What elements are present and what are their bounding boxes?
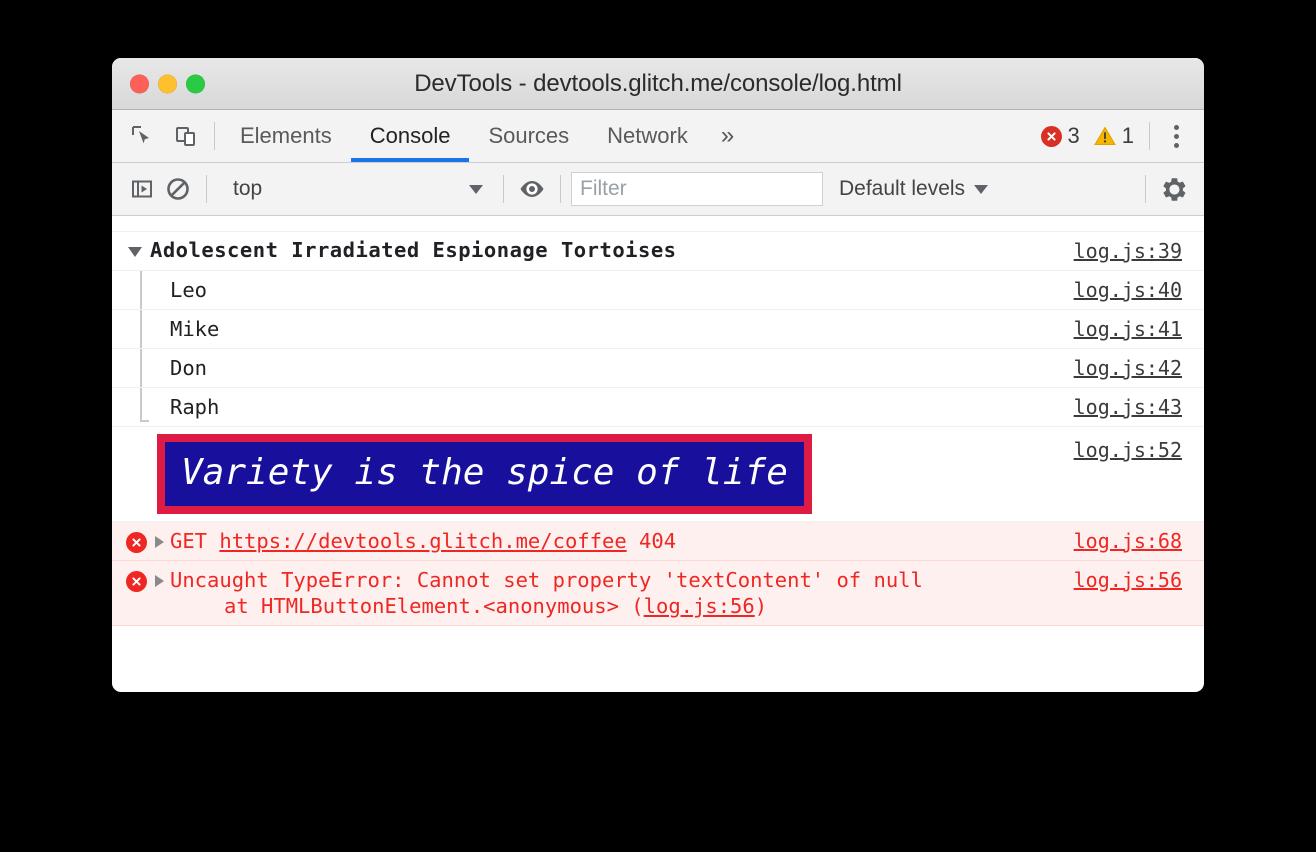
inspect-element-icon[interactable]: [124, 118, 160, 154]
chevron-down-icon[interactable]: [128, 247, 142, 257]
chevron-down-icon: [469, 185, 483, 194]
warning-icon: [1094, 126, 1116, 146]
console-message-row[interactable]: Mike log.js:41: [112, 310, 1204, 349]
error-count-badge[interactable]: 3: [1034, 123, 1087, 149]
tabbar-status: 3 1: [1034, 110, 1205, 162]
console-styled-message-content: Variety is the spice of life: [112, 427, 1074, 521]
source-link[interactable]: log.js:40: [1074, 277, 1204, 303]
toolbar-divider-4: [1145, 175, 1146, 203]
source-link[interactable]: log.js:56: [1074, 567, 1204, 593]
console-message-content: Don: [112, 355, 1074, 381]
console-error-row[interactable]: Uncaught TypeError: Cannot set property …: [112, 561, 1204, 626]
console-message-list[interactable]: Adolescent Irradiated Espionage Tortoise…: [112, 216, 1204, 644]
console-error-stack-line: at HTMLButtonElement.<anonymous> (log.js…: [170, 593, 923, 619]
console-message-content: Mike: [112, 316, 1074, 342]
execution-context-select[interactable]: top: [221, 172, 493, 206]
console-group-title: Adolescent Irradiated Espionage Tortoise…: [150, 238, 677, 262]
window-controls: [130, 74, 205, 93]
error-icon: [126, 571, 147, 592]
device-toolbar-icon[interactable]: [168, 118, 204, 154]
more-tabs-icon[interactable]: »: [707, 110, 748, 162]
stack-prefix: at HTMLButtonElement.<anonymous> (: [224, 594, 644, 618]
execution-context-value: top: [233, 177, 262, 201]
console-group-header[interactable]: Adolescent Irradiated Espionage Tortoise…: [112, 232, 1204, 271]
console-message-text: Mike: [170, 316, 219, 342]
warning-count-badge[interactable]: 1: [1087, 123, 1141, 149]
tab-sources[interactable]: Sources: [469, 110, 588, 162]
error-icon: [1041, 126, 1062, 147]
request-status: 404: [639, 529, 676, 553]
console-message-text: Leo: [170, 277, 207, 303]
chevron-down-icon: [974, 185, 988, 194]
stack-suffix: ): [755, 594, 767, 618]
console-prompt-row[interactable]: >: [112, 626, 1204, 644]
console-styled-message-row[interactable]: Variety is the spice of life log.js:52: [112, 427, 1204, 522]
status-divider: [1149, 122, 1150, 150]
stack-source-link[interactable]: log.js:56: [644, 594, 755, 618]
devtools-tabs: Elements Console Sources Network »: [221, 110, 748, 162]
console-filter-input[interactable]: [571, 172, 823, 206]
source-link[interactable]: log.js:42: [1074, 355, 1204, 381]
console-message-content: Raph: [112, 394, 1074, 420]
console-message-text: Don: [170, 355, 207, 381]
error-count: 3: [1068, 123, 1080, 149]
expand-arrow-icon[interactable]: [155, 536, 164, 548]
console-styled-message-text: Variety is the spice of life: [157, 434, 812, 514]
console-message-row[interactable]: Don log.js:42: [112, 349, 1204, 388]
expand-arrow-icon[interactable]: [155, 575, 164, 587]
console-sidebar-toggle-icon[interactable]: [124, 171, 160, 207]
console-message-content: Leo: [112, 277, 1074, 303]
error-icon: [126, 532, 147, 553]
devtools-window: DevTools - devtools.glitch.me/console/lo…: [112, 58, 1204, 692]
tabbar-divider: [214, 122, 215, 150]
tab-console[interactable]: Console: [351, 110, 470, 162]
request-url[interactable]: https://devtools.glitch.me/coffee: [219, 529, 626, 553]
source-link[interactable]: log.js:52: [1074, 427, 1204, 463]
source-link[interactable]: log.js:39: [1074, 238, 1204, 264]
window-titlebar: DevTools - devtools.glitch.me/console/lo…: [112, 58, 1204, 110]
window-title: DevTools - devtools.glitch.me/console/lo…: [414, 70, 902, 98]
minimize-button[interactable]: [158, 74, 177, 93]
toolbar-divider-3: [560, 175, 561, 203]
toolbar-divider-1: [206, 175, 207, 203]
close-button[interactable]: [130, 74, 149, 93]
log-levels-select[interactable]: Default levels: [839, 177, 988, 201]
gear-icon[interactable]: [1156, 171, 1192, 207]
console-error-text-block: Uncaught TypeError: Cannot set property …: [170, 567, 923, 619]
tab-elements[interactable]: Elements: [221, 110, 351, 162]
console-error-content: GET https://devtools.glitch.me/coffee 40…: [112, 528, 1074, 554]
console-error-text: Uncaught TypeError: Cannot set property …: [170, 568, 923, 592]
console-message-row[interactable]: Raph log.js:43: [112, 388, 1204, 427]
source-link[interactable]: log.js:43: [1074, 394, 1204, 420]
source-link[interactable]: log.js:68: [1074, 528, 1204, 554]
tab-network[interactable]: Network: [588, 110, 707, 162]
console-settings-wrap: [1135, 171, 1192, 207]
request-method: GET: [170, 529, 207, 553]
console-message-row[interactable]: Leo log.js:40: [112, 271, 1204, 310]
maximize-button[interactable]: [186, 74, 205, 93]
console-message-text: Raph: [170, 394, 219, 420]
console-error-row[interactable]: GET https://devtools.glitch.me/coffee 40…: [112, 522, 1204, 561]
devtools-menu-icon[interactable]: [1158, 118, 1194, 154]
source-link[interactable]: log.js:41: [1074, 316, 1204, 342]
clear-console-icon[interactable]: [160, 171, 196, 207]
console-message-clipped: [112, 216, 1204, 232]
log-levels-value: Default levels: [839, 177, 965, 201]
console-error-text: GET https://devtools.glitch.me/coffee 40…: [170, 528, 676, 554]
console-group-children: Leo log.js:40 Mike log.js:41 Don log.js:…: [112, 271, 1204, 427]
console-toolbar: top Default levels: [112, 163, 1204, 216]
console-error-content: Uncaught TypeError: Cannot set property …: [112, 567, 1074, 619]
devtools-tabbar: Elements Console Sources Network » 3: [112, 110, 1204, 163]
live-expression-eye-icon[interactable]: [514, 171, 550, 207]
devtools-tool-icons: [124, 110, 214, 162]
warning-count: 1: [1122, 123, 1134, 149]
console-group-header-content: Adolescent Irradiated Espionage Tortoise…: [112, 238, 1074, 262]
toolbar-divider-2: [503, 175, 504, 203]
